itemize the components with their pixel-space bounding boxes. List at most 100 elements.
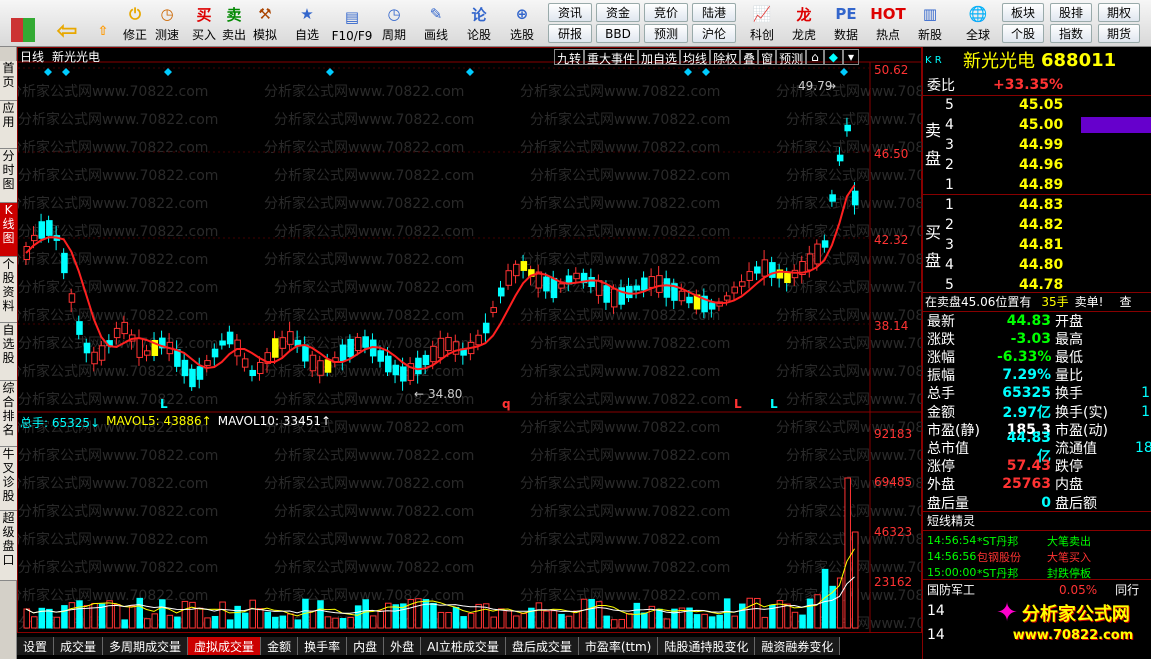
draw-line-button[interactable]: ✎ 画线 [418, 2, 454, 45]
tab-after-hours-volume[interactable]: 盘后成交量 [505, 637, 579, 655]
tab-diagnosis[interactable]: 牛叉诊股 [0, 447, 17, 511]
diamond-marker-icon [164, 68, 172, 76]
tab-margin-change[interactable]: 融资融券变化 [755, 637, 841, 655]
index-tab[interactable]: 指数 [1050, 24, 1092, 43]
sector-tab[interactable]: 板块 [1002, 3, 1044, 22]
volume-bar [113, 603, 121, 629]
stock-tab[interactable]: 个股 [1002, 24, 1044, 43]
tab-kline[interactable]: K线图 [0, 203, 17, 257]
tab-apps[interactable]: 应用 [0, 101, 17, 149]
volume-bar [693, 614, 701, 629]
hk-connect-tab[interactable]: 陆港 [692, 3, 736, 22]
site-logo: ✦ 分析家公式网 www.70822.com [979, 595, 1147, 645]
shanghai-london-tab[interactable]: 沪伦 [692, 24, 736, 43]
ipo-button[interactable]: ▥ 新股 [912, 2, 948, 45]
tab-intraday[interactable]: 分时图 [0, 149, 17, 203]
forecast-tab[interactable]: 预测 [644, 24, 688, 43]
period-button[interactable]: ◷ 周期 [376, 2, 412, 45]
tab-virtual-volume[interactable]: 虚拟成交量 [188, 637, 262, 655]
add-watchlist-button[interactable]: 加自选 [638, 49, 681, 66]
tab-stock-profile[interactable]: 个股资料 [0, 257, 17, 323]
watermark-text: 分析家公式网www.70822.com [264, 251, 464, 268]
stock-rank-tab[interactable]: 股排 [1050, 3, 1092, 22]
tab-pe-ttm[interactable]: 市盈率(ttm) [578, 637, 659, 655]
weibi-value: +33.35% [993, 76, 1064, 93]
candle-body [723, 295, 731, 301]
tab-outer-volume[interactable]: 外盘 [384, 637, 422, 655]
tab-settings[interactable]: 设置 [17, 637, 55, 655]
watermark-text: 分析家公式网www.70822.com [18, 195, 208, 212]
candle-body [836, 154, 844, 162]
hotspot-button[interactable]: HOT 热点 [870, 2, 906, 45]
ex-rights-button[interactable]: 除权 [710, 49, 741, 66]
buy-button[interactable]: 买买入 [190, 2, 218, 45]
chart-canvas: 分析家公式网www.70822.com 分析家公式网www.70822.com 分析… [18, 61, 923, 634]
dropdown-icon[interactable]: ▾ [842, 49, 860, 65]
dragon-tiger-button[interactable]: 龙龙虎 [786, 2, 822, 45]
back-button[interactable]: ⇦ [52, 2, 82, 46]
data-button[interactable]: PE 数据 [828, 2, 864, 45]
discuss-button[interactable]: 论论股 [462, 2, 496, 45]
f10-button[interactable]: ▤ F10/F9 [328, 2, 376, 45]
tab-watchlist[interactable]: 自选股 [0, 323, 17, 381]
event-markers [44, 68, 848, 76]
volume-bar [339, 617, 347, 629]
tab-super-panel[interactable]: 超级盘口 [0, 511, 17, 581]
candle-body [38, 221, 46, 239]
volume-bar [354, 605, 362, 629]
candle-body [678, 290, 686, 302]
watermark-text: 分析家公式网www.70822.com [786, 111, 923, 128]
stat-label-2: 流通值 [1055, 440, 1097, 457]
major-events-button[interactable]: 重大事件 [584, 49, 639, 66]
tab-ai-volume[interactable]: AI立桩成交量 [421, 637, 506, 655]
global-button[interactable]: 🌐 全球 [958, 2, 998, 45]
lock-icon[interactable]: ⌂ [806, 49, 824, 65]
tab-multi-period-volume[interactable]: 多周期成交量 [103, 637, 189, 655]
auction-tab[interactable]: 竞价 [644, 3, 688, 22]
research-tab[interactable]: 研报 [548, 24, 592, 43]
logo-title: 分析家公式网 [1021, 603, 1130, 625]
funds-tab[interactable]: 资金 [596, 3, 640, 22]
sell-level: 2 [945, 156, 954, 173]
bbd-tab[interactable]: BBD [596, 24, 640, 43]
candle-body [196, 366, 204, 380]
volume-bar [211, 615, 219, 629]
pin-icon[interactable]: ◆ [823, 49, 843, 65]
candle-body [633, 285, 641, 291]
up-arrow-icon[interactable]: ⇧ [92, 2, 114, 45]
sprite-time: 14:56:56 [927, 550, 977, 563]
forecast-button[interactable]: 预测 [776, 49, 807, 66]
tab-inner-volume[interactable]: 内盘 [347, 637, 385, 655]
watchlist-button[interactable]: ★ 自选 [290, 2, 324, 45]
ma-button[interactable]: 均线 [680, 49, 711, 66]
sell-button[interactable]: 卖卖出 [220, 2, 248, 45]
volume-bar [68, 602, 76, 629]
options-tab[interactable]: 期权 [1098, 3, 1140, 22]
buy-row: 3 44.81 [923, 235, 1151, 254]
stock-picker-button[interactable]: ⊕ 选股 [504, 2, 540, 45]
watermark-text: 分析家公式网www.70822.com [520, 307, 720, 324]
tab-turnover[interactable]: 换手率 [298, 637, 348, 655]
window-button[interactable]: 窗 [758, 49, 777, 66]
nine-turn-button[interactable]: 九转 [554, 49, 585, 66]
news-tab[interactable]: 资讯 [548, 3, 592, 22]
speedtest-button[interactable]: ◷ 测速 [152, 2, 182, 45]
app-logo-icon[interactable] [8, 2, 38, 45]
tab-ranking[interactable]: 综合排名 [0, 381, 17, 447]
futures-tab[interactable]: 期货 [1098, 24, 1140, 43]
volume-bar [452, 606, 460, 629]
tab-volume[interactable]: 成交量 [54, 637, 104, 655]
star-market-button[interactable]: 📈 科创 [744, 2, 780, 45]
simulate-button[interactable]: ⚒ 模拟 [250, 2, 280, 45]
tab-amount[interactable]: 金额 [261, 637, 299, 655]
period-label[interactable]: 日线 [20, 48, 44, 64]
candle-body [490, 307, 497, 313]
volume-bar [128, 605, 136, 629]
watermark-text: 分析家公式网www.70822.com [530, 447, 730, 464]
tab-home[interactable]: 首页 [0, 61, 17, 101]
overlay-button[interactable]: 叠 [740, 49, 759, 66]
tab-northbound-holding[interactable]: 陆股通持股变化 [658, 637, 756, 655]
revise-button[interactable]: ⏻ 修正 [120, 2, 150, 45]
watermark-text: 分析家公式网www.70822.com [786, 503, 923, 520]
kline-chart[interactable]: 分析家公式网www.70822.com 分析家公式网www.70822.com 分析… [17, 47, 923, 634]
